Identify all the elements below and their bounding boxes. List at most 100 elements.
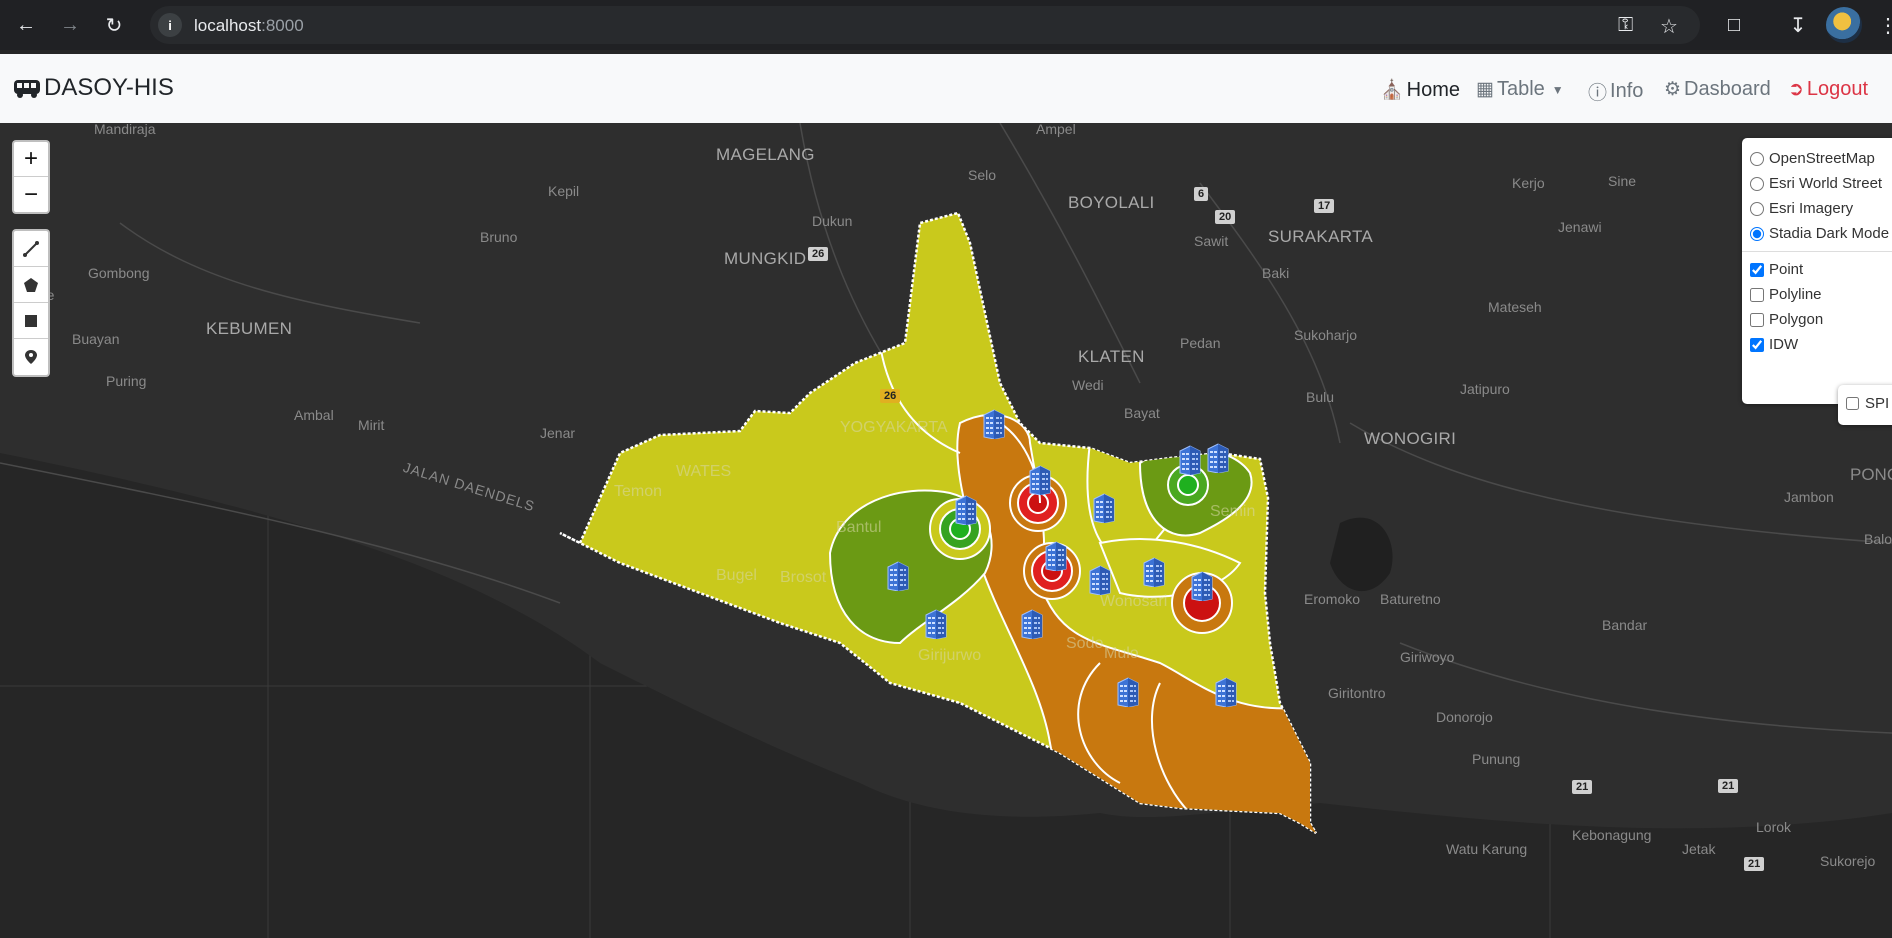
basemap-openstreetmap[interactable]: OpenStreetMap	[1750, 146, 1892, 171]
draw-polygon-button[interactable]	[14, 267, 48, 303]
nav-home[interactable]: ⛪ Home	[1380, 78, 1460, 102]
address-bar[interactable]: i localhost:8000 ⚿ ☆	[150, 6, 1700, 44]
road-shield: 26	[880, 389, 901, 403]
basemap-esri-imagery[interactable]: Esri Imagery	[1750, 196, 1892, 221]
map-label: Sawit	[1194, 233, 1229, 249]
map-label: Baturetno	[1380, 591, 1441, 607]
table-icon: ▦	[1476, 79, 1494, 100]
building-marker-icon[interactable]	[954, 493, 978, 526]
map-label: Kebonagung	[1572, 827, 1652, 843]
map-label: Jambon	[1784, 489, 1834, 505]
basemap-radio[interactable]	[1750, 201, 1764, 216]
map-label: Sine	[1608, 173, 1637, 189]
forward-icon[interactable]: →	[54, 9, 86, 41]
brand[interactable]: DASOY-HIS	[12, 74, 174, 102]
map-label: MUNGKID	[724, 249, 807, 268]
map-label: Sukorejo	[1820, 853, 1876, 869]
building-marker-icon[interactable]	[1092, 491, 1116, 524]
map-label: Bayat	[1124, 405, 1160, 421]
overlay-polygon[interactable]: Polygon	[1750, 307, 1892, 332]
building-marker-icon[interactable]	[1028, 463, 1052, 496]
basemap-esri-world-street[interactable]: Esri World Street	[1750, 171, 1892, 196]
back-icon[interactable]: ←	[10, 9, 42, 41]
building-marker-icon[interactable]	[1214, 675, 1238, 708]
map-label: Giriwoyo	[1400, 649, 1455, 665]
spi-checkbox[interactable]	[1846, 397, 1859, 410]
polyline-icon	[23, 240, 39, 257]
overlay-checkbox[interactable]	[1750, 337, 1764, 352]
building-marker-icon[interactable]	[1116, 675, 1140, 708]
building-marker-icon[interactable]	[982, 407, 1006, 440]
road-shield: 21	[1744, 857, 1765, 871]
nav-info[interactable]: ⓘ Info	[1588, 78, 1643, 105]
map-label: Watu Karung	[1446, 841, 1528, 857]
building-marker-icon[interactable]	[1020, 607, 1044, 640]
map-label: Semin	[1210, 503, 1256, 520]
map-label: WONOGIRI	[1364, 429, 1457, 448]
nav-table-dropdown[interactable]: ▦ Table ▼	[1476, 78, 1564, 101]
map-label: Girijurwo	[918, 647, 982, 664]
building-marker-icon[interactable]	[1044, 539, 1068, 572]
map-label: Punung	[1472, 751, 1521, 767]
map-label: Jenar	[540, 425, 576, 441]
road-shield: 17	[1314, 199, 1335, 213]
draw-polyline-button[interactable]	[14, 231, 48, 267]
building-marker-icon[interactable]	[886, 559, 910, 592]
map-label: Kepil	[548, 183, 580, 199]
polygon-icon	[24, 277, 38, 292]
zoom-in-button[interactable]: +	[14, 142, 48, 177]
map-label: Sukoharjo	[1294, 327, 1358, 343]
map-label: YOGYAKARTA	[840, 419, 948, 436]
overlay-checkbox[interactable]	[1750, 262, 1764, 277]
road-shield: 6	[1194, 187, 1209, 201]
building-marker-icon[interactable]	[1088, 563, 1112, 596]
basemap-radio[interactable]	[1750, 151, 1764, 166]
menu-kebab-icon[interactable]: ⋮	[1872, 9, 1892, 41]
caret-down-icon: ▼	[1551, 82, 1564, 97]
site-info-icon[interactable]: i	[158, 13, 182, 37]
draw-rectangle-button[interactable]	[14, 303, 48, 339]
house-person-icon: ⛪	[1380, 80, 1404, 101]
nav-logout[interactable]: ➲ Logout	[1788, 78, 1868, 101]
draw-marker-button[interactable]	[14, 339, 48, 375]
overlay-checkbox[interactable]	[1750, 312, 1764, 327]
brand-text: DASOY-HIS	[44, 74, 174, 101]
map-label: Wedi	[1072, 377, 1104, 393]
basemap-stadia-dark[interactable]: Stadia Dark Mode	[1750, 221, 1892, 246]
extensions-icon[interactable]: □	[1718, 9, 1750, 41]
building-marker-icon[interactable]	[924, 607, 948, 640]
map-label: Temon	[614, 483, 663, 500]
bookmark-star-icon[interactable]: ☆	[1660, 14, 1678, 39]
overlay-checkbox[interactable]	[1750, 287, 1764, 302]
url-text[interactable]: localhost:8000	[194, 16, 304, 36]
map-label: Puring	[106, 373, 147, 389]
building-marker-icon[interactable]	[1178, 443, 1202, 476]
map-label: Balong	[1864, 531, 1892, 547]
profile-avatar[interactable]	[1826, 7, 1862, 43]
overlay-polyline[interactable]: Polyline	[1750, 282, 1892, 307]
gauge-icon: ⚙	[1664, 79, 1682, 100]
building-marker-icon[interactable]	[1206, 441, 1230, 474]
logout-icon: ➲	[1788, 79, 1804, 100]
nav-dasboard[interactable]: ⚙ Dasboard	[1664, 78, 1771, 101]
map-label: Mirit	[358, 417, 385, 433]
building-marker-icon[interactable]	[1142, 555, 1166, 588]
map-label: MAGELANG	[716, 145, 815, 164]
overlay-point[interactable]: Point	[1750, 257, 1892, 282]
map-canvas[interactable]: Mandiraja MAGELANG Ampel Kepil Selo BOYO…	[0, 123, 1892, 938]
road-shield: 21	[1572, 780, 1593, 794]
basemap-radio[interactable]	[1750, 176, 1764, 191]
reload-icon[interactable]: ↻	[98, 9, 130, 41]
building-marker-icon[interactable]	[1190, 569, 1214, 602]
map-label: PONC	[1850, 465, 1892, 484]
rectangle-icon	[25, 314, 37, 327]
map-label: WATES	[676, 463, 732, 480]
download-icon[interactable]: ↧	[1782, 9, 1814, 41]
zoom-out-button[interactable]: −	[14, 177, 48, 212]
map-label: Pedan	[1180, 335, 1221, 351]
spi-toggle[interactable]: SPI	[1838, 385, 1892, 425]
password-key-icon[interactable]: ⚿	[1618, 14, 1633, 37]
basemap-radio[interactable]	[1750, 226, 1764, 241]
overlay-idw[interactable]: IDW	[1750, 332, 1892, 357]
layer-control: OpenStreetMap Esri World Street Esri Ima…	[1742, 138, 1892, 404]
